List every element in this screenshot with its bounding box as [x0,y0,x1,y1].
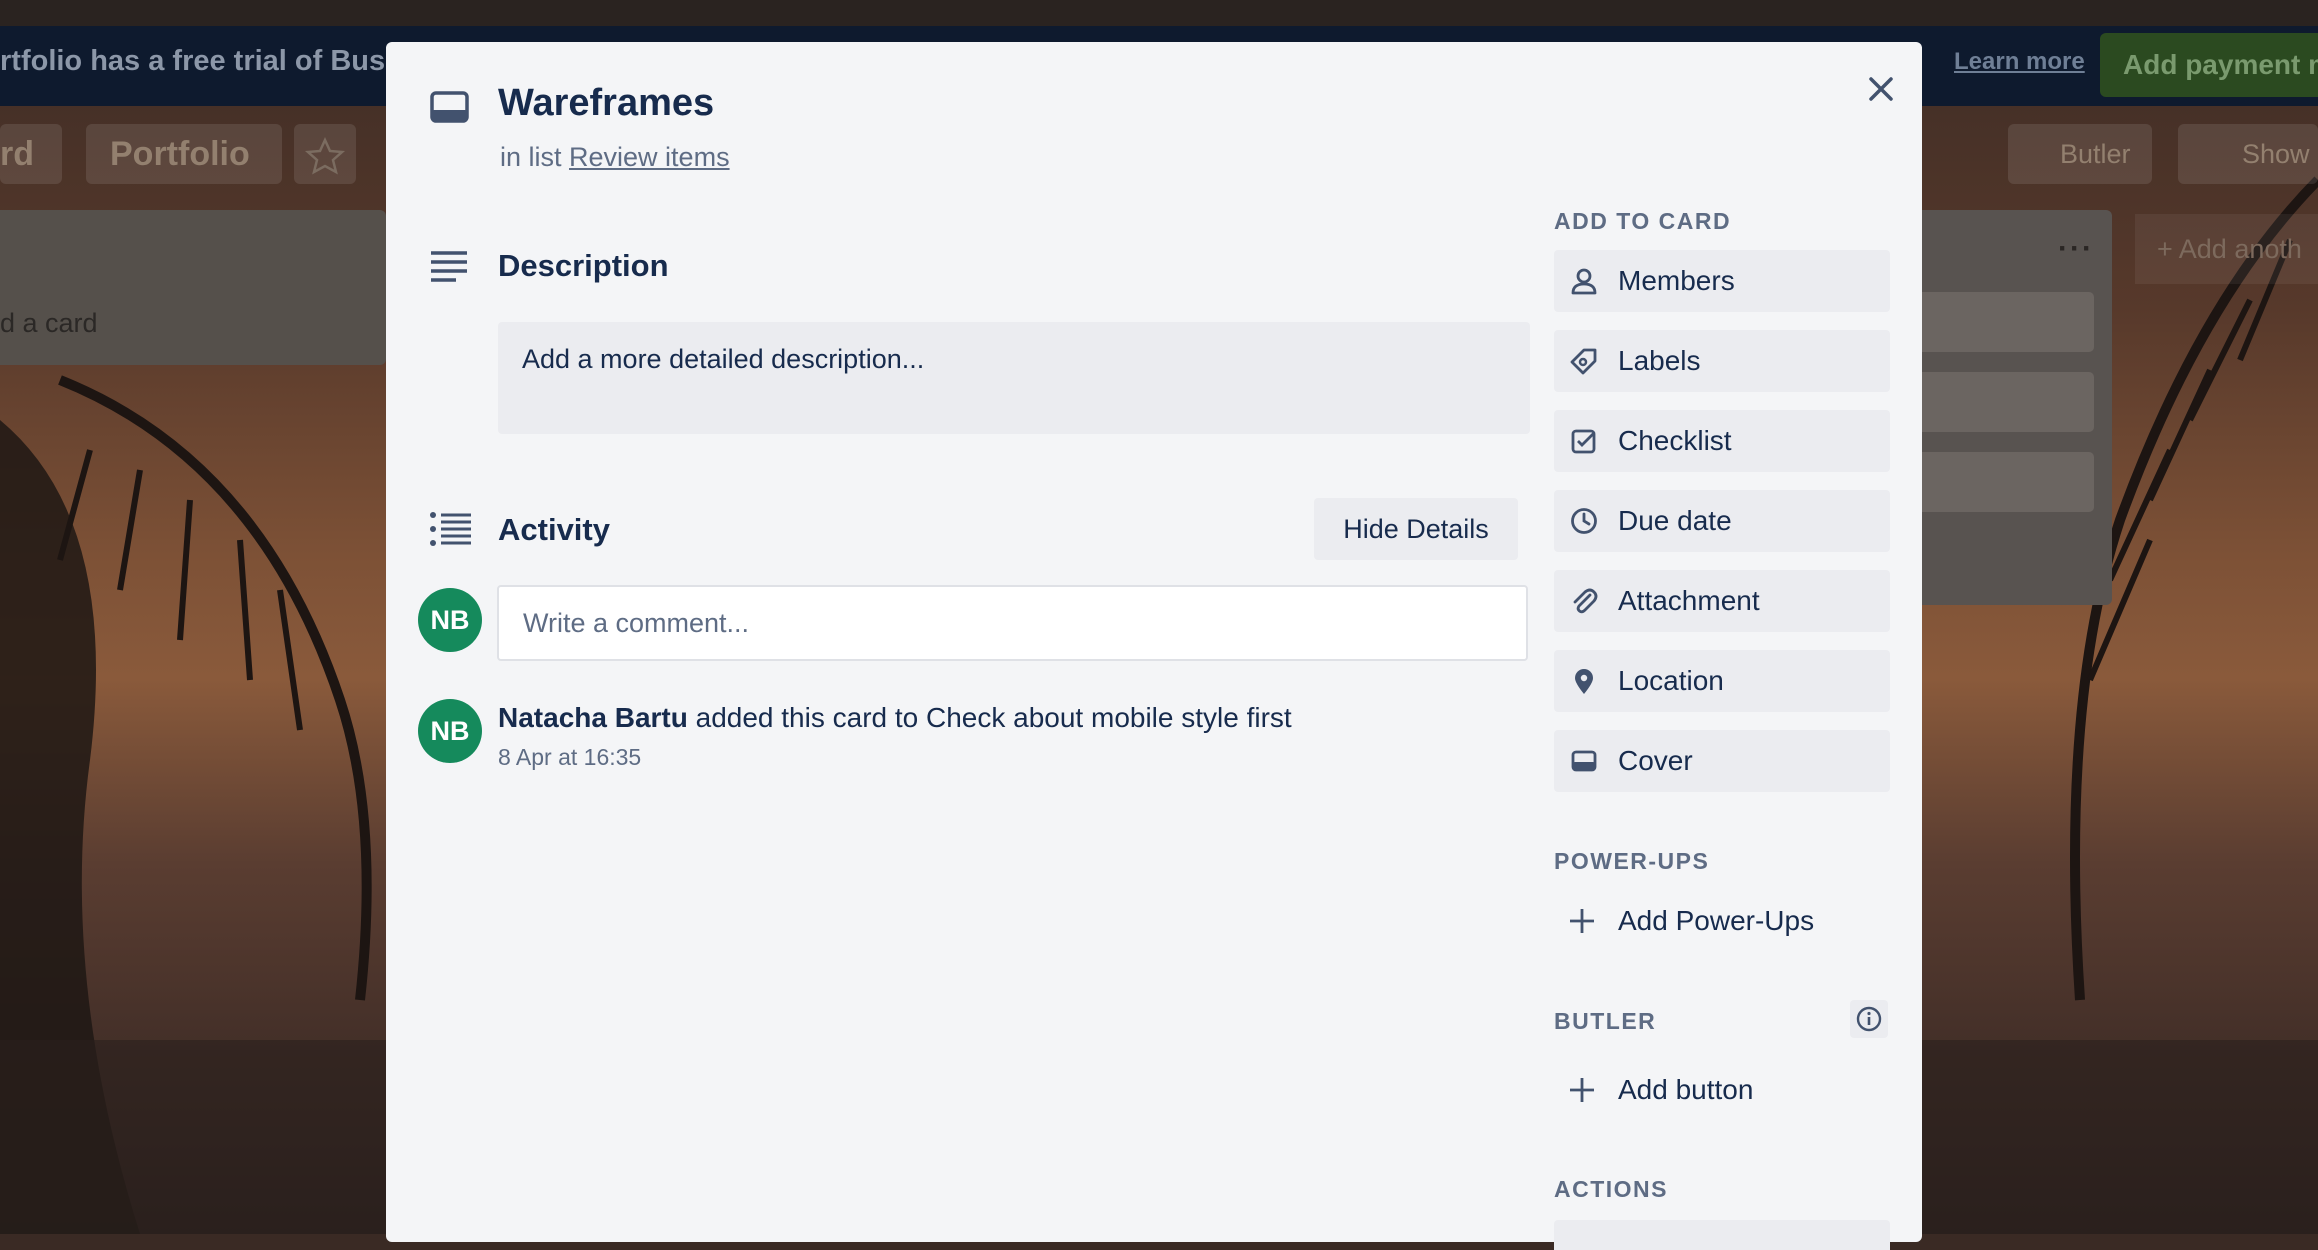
add-to-card-heading: ADD TO CARD [1554,208,1732,234]
add-payment-button[interactable]: Add payment m [2100,33,2318,97]
cover-label: Cover [1618,745,1693,776]
cover-button[interactable]: Cover [1554,730,1890,792]
add-another-list-label: Add anoth [2178,234,2302,264]
list-menu-icon[interactable]: ··· [2058,232,2094,266]
labels-label: Labels [1618,345,1701,376]
paperclip-icon [1570,587,1598,615]
cover-icon [1570,747,1598,775]
trial-banner-text: rtfolio has a free trial of Busin [0,45,386,77]
in-list-prefix: in list [500,142,562,172]
checkbox-icon [1570,427,1598,455]
close-button[interactable] [1854,62,1908,116]
card-list-info: in list Review items [500,142,730,173]
info-icon [1856,1006,1882,1032]
add-power-ups-label: Add Power-Ups [1618,905,1815,936]
avatar[interactable]: NB [418,699,482,763]
butler-info-button[interactable] [1850,1000,1888,1038]
location-pin-icon [1570,667,1598,695]
star-board-button[interactable] [294,124,356,184]
labels-button[interactable]: Labels [1554,330,1890,392]
list-card[interactable] [1922,452,2094,512]
board-top-bar [0,0,2318,26]
close-icon [1869,77,1893,101]
add-card-button[interactable]: d a card [0,308,98,339]
activity-action: added this card to Check about mobile st… [695,702,1292,733]
action-button[interactable] [1554,1220,1890,1250]
add-power-ups-button[interactable]: Add Power-Ups [1554,890,1890,952]
add-another-list-button[interactable]: + Add anoth [2135,214,2318,284]
card-title[interactable]: Wareframes [498,82,714,125]
card-icon [430,90,470,126]
attachment-label: Attachment [1618,585,1760,616]
description-editor[interactable]: Add a more detailed description... [498,322,1530,434]
description-heading: Description [498,248,669,283]
list-card[interactable] [1922,372,2094,432]
board-switcher[interactable]: rd [0,124,62,184]
tag-icon [1570,347,1598,375]
comment-input[interactable] [497,585,1528,661]
list-name-link[interactable]: Review items [569,142,730,172]
activity-entry-text: Natacha Bartu added this card to Check a… [498,702,1292,734]
person-icon [1570,267,1598,295]
power-ups-heading: POWER-UPS [1554,848,1710,874]
clock-icon [1570,507,1598,535]
location-button[interactable]: Location [1554,650,1890,712]
members-label: Members [1618,265,1735,296]
checklist-button[interactable]: Checklist [1554,410,1890,472]
description-icon [430,250,468,284]
list-card[interactable] [1922,292,2094,352]
activity-timestamp[interactable]: 8 Apr at 16:35 [498,744,641,771]
actions-heading: ACTIONS [1554,1176,1668,1202]
board-switcher-label: rd [0,135,34,173]
butler-label: Butler [2060,139,2131,169]
list-left [0,210,386,365]
location-label: Location [1618,665,1724,696]
butler-menu-button[interactable]: Butler [2008,124,2152,184]
members-button[interactable]: Members [1554,250,1890,312]
activity-heading: Activity [498,512,610,547]
butler-heading: BUTLER [1554,1008,1657,1034]
learn-more-link[interactable]: Learn more [1954,48,2085,76]
add-butler-button[interactable]: Add button [1554,1059,1890,1121]
show-menu-label: Show [2242,139,2310,169]
due-date-label: Due date [1618,505,1732,536]
avatar[interactable]: NB [418,588,482,652]
checklist-label: Checklist [1618,425,1732,456]
activity-icon [430,512,472,546]
add-button-label: Add button [1618,1074,1754,1105]
attachment-button[interactable]: Attachment [1554,570,1890,632]
activity-author[interactable]: Natacha Bartu [498,702,688,733]
board-name[interactable]: Portfolio [86,124,282,184]
plus-icon [1568,1076,1596,1104]
plus-icon [1568,907,1596,935]
show-menu-button[interactable]: Show [2178,124,2318,184]
card-detail-modal: Wareframes in list Review items Descript… [386,42,1922,1250]
due-date-button[interactable]: Due date [1554,490,1890,552]
star-icon [304,136,346,175]
hide-details-button[interactable]: Hide Details [1314,498,1518,560]
